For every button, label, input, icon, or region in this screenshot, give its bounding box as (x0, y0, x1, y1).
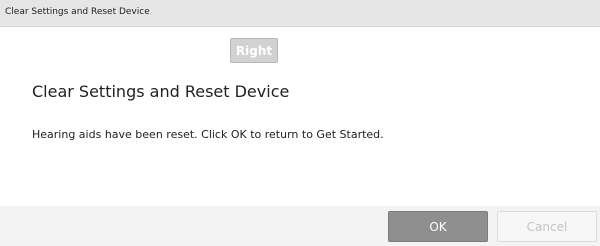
ok-button[interactable]: OK (388, 211, 488, 242)
title-bar: Clear Settings and Reset Device (0, 0, 600, 27)
window-title: Clear Settings and Reset Device (5, 7, 150, 17)
cancel-button[interactable]: Cancel (497, 211, 597, 242)
dialog-heading: Clear Settings and Reset Device (32, 82, 290, 101)
dialog-message: Hearing aids have been reset. Click OK t… (32, 128, 384, 141)
side-badge-right: Right (230, 38, 278, 63)
reset-dialog: Clear Settings and Reset Device Right Cl… (0, 0, 600, 246)
